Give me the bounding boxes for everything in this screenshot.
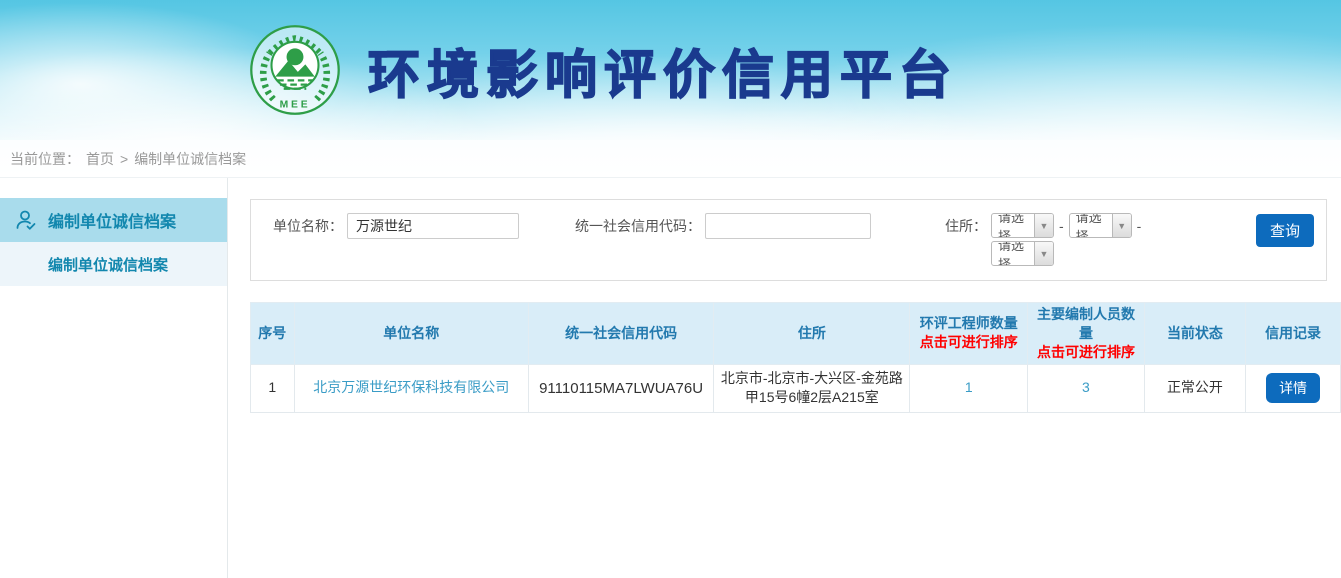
- col-header-index: 序号: [251, 303, 295, 365]
- cell-credit-code: 91110115MA7LWUA76U: [528, 364, 713, 412]
- sidebar: 编制单位诚信档案 编制单位诚信档案: [0, 178, 228, 578]
- sort-hint: 点击可进行排序: [914, 333, 1023, 352]
- cell-address: 北京市-北京市-大兴区-金苑路甲15号6幢2层A215室: [714, 364, 910, 412]
- mee-logo-icon: MEE: [248, 23, 342, 117]
- unit-name-label: 单位名称：: [273, 213, 343, 239]
- engineer-count-link[interactable]: 1: [965, 379, 973, 395]
- address-group: 住所： 请选择 ▼ - 请选择 ▼ -: [945, 213, 1141, 266]
- col-header-address: 住所: [714, 303, 910, 365]
- credit-code-input[interactable]: [705, 213, 871, 239]
- person-check-icon: [14, 208, 38, 232]
- detail-button[interactable]: 详情: [1266, 373, 1320, 403]
- province-select[interactable]: 请选择 ▼: [991, 213, 1054, 238]
- results-table: 序号 单位名称 统一社会信用代码 住所 环评工程师数量 点击可进行排序 主要编制…: [250, 302, 1341, 413]
- svg-text:MEE: MEE: [280, 100, 311, 111]
- page-body: 编制单位诚信档案 编制单位诚信档案 单位名称： 统一社会信用代码： 住所： 请选…: [0, 178, 1341, 578]
- credit-code-group: 统一社会信用代码：: [575, 213, 871, 239]
- city-select[interactable]: 请选择 ▼: [1069, 213, 1132, 238]
- select-separator: -: [1137, 218, 1142, 234]
- staff-count-link[interactable]: 3: [1082, 379, 1090, 395]
- sidebar-item-label: 编制单位诚信档案: [48, 208, 176, 232]
- sidebar-subitem-label: 编制单位诚信档案: [48, 254, 168, 275]
- chevron-down-icon: ▼: [1034, 214, 1053, 237]
- credit-code-label: 统一社会信用代码：: [575, 213, 701, 239]
- cell-index: 1: [251, 364, 295, 412]
- company-link[interactable]: 北京万源世纪环保科技有限公司: [313, 379, 509, 395]
- col-header-engineer-count-sort[interactable]: 环评工程师数量 点击可进行排序: [910, 303, 1028, 365]
- site-header: MEE 环境影响评价信用平台: [0, 0, 1341, 140]
- sidebar-item-credit-archive[interactable]: 编制单位诚信档案: [0, 198, 227, 242]
- district-select[interactable]: 请选择 ▼: [991, 241, 1054, 266]
- brand: MEE 环境影响评价信用平台: [248, 23, 958, 117]
- col-header-credit-record: 信用记录: [1246, 303, 1341, 365]
- sidebar-subitem-credit-archive[interactable]: 编制单位诚信档案: [0, 242, 227, 286]
- breadcrumb-current: 编制单位诚信档案: [134, 149, 246, 169]
- address-label: 住所：: [945, 213, 987, 266]
- breadcrumb-home-link[interactable]: 首页: [86, 149, 114, 169]
- col-header-status: 当前状态: [1144, 303, 1245, 365]
- col-header-staff-count-sort[interactable]: 主要编制人员数量 点击可进行排序: [1028, 303, 1145, 365]
- sort-hint: 点击可进行排序: [1032, 343, 1140, 362]
- table-row: 1 北京万源世纪环保科技有限公司 91110115MA7LWUA76U 北京市-…: [251, 364, 1341, 412]
- address-selects: 请选择 ▼ - 请选择 ▼ - 请选择 ▼: [991, 213, 1141, 266]
- col-header-credit-code: 统一社会信用代码: [528, 303, 713, 365]
- breadcrumb-prefix: 当前位置：: [10, 149, 80, 169]
- page-title: 环境影响评价信用平台: [368, 33, 958, 108]
- unit-name-input[interactable]: [347, 213, 519, 239]
- select-separator: -: [1059, 218, 1064, 234]
- breadcrumb: 当前位置： 首页 > 编制单位诚信档案: [0, 140, 1341, 178]
- query-button[interactable]: 查询: [1256, 214, 1314, 247]
- search-panel: 单位名称： 统一社会信用代码： 住所： 请选择 ▼ - 请选择: [250, 199, 1327, 281]
- cell-status: 正常公开: [1144, 364, 1245, 412]
- main-content: 单位名称： 统一社会信用代码： 住所： 请选择 ▼ - 请选择: [228, 178, 1341, 578]
- table-header-row: 序号 单位名称 统一社会信用代码 住所 环评工程师数量 点击可进行排序 主要编制…: [251, 303, 1341, 365]
- breadcrumb-separator: >: [120, 151, 128, 167]
- chevron-down-icon: ▼: [1034, 242, 1053, 265]
- chevron-down-icon: ▼: [1112, 214, 1131, 237]
- col-header-company: 单位名称: [294, 303, 528, 365]
